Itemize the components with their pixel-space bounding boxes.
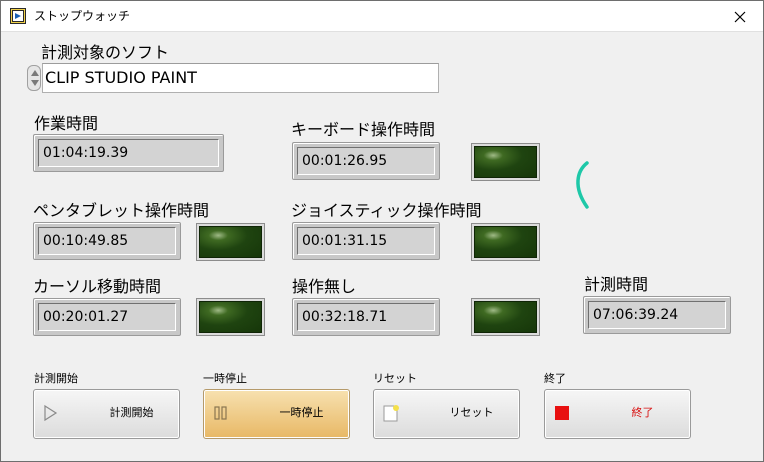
reset-button-label: リセット [449, 406, 494, 419]
joystick-time-display: 00:01:31.15 [292, 222, 440, 260]
pen-tablet-led-indicator [196, 223, 265, 261]
quit-button[interactable]: 終了 [544, 389, 691, 439]
start-button-label: 計測開始 [109, 406, 154, 419]
start-button[interactable]: 計測開始 [33, 389, 180, 439]
quit-button-caption: 終了 [544, 372, 566, 385]
close-icon [734, 11, 746, 22]
pen-tablet-time-display: 00:10:49.85 [33, 222, 181, 260]
reset-button-caption: リセット [373, 372, 417, 385]
no-operation-time-display: 00:32:18.71 [292, 298, 440, 336]
work-time-label: 作業時間 [34, 114, 99, 133]
close-button[interactable] [717, 1, 763, 32]
target-software-selector[interactable]: CLIP STUDIO PAINT [27, 63, 439, 93]
joystick-time-value: 00:01:31.15 [297, 227, 435, 255]
joystick-led-indicator [471, 223, 540, 261]
pen-tablet-time-label: ペンタブレット操作時間 [33, 201, 210, 220]
cursor-time-value: 00:20:01.27 [38, 303, 176, 331]
keyboard-time-label: キーボード操作時間 [291, 120, 436, 139]
measure-time-value: 07:06:39.24 [588, 301, 726, 329]
joystick-time-label: ジョイスティック操作時間 [291, 201, 482, 220]
keyboard-time-value: 00:01:26.95 [297, 147, 435, 175]
work-time-display: 01:04:19.39 [33, 134, 224, 172]
measure-time-display: 07:06:39.24 [583, 296, 731, 334]
pause-button-label: 一時停止 [279, 406, 324, 419]
increment-arrow-icon[interactable] [31, 70, 39, 76]
pause-button-caption: 一時停止 [203, 372, 247, 385]
no-operation-time-value: 00:32:18.71 [297, 303, 435, 331]
window-title: ストップウォッチ [34, 9, 131, 23]
stopwatch-window: ストップウォッチ 計測対象のソフト CLIP STUDIO PAINT 作業時間… [0, 0, 764, 462]
no-operation-led-indicator [471, 298, 540, 336]
app-icon [10, 8, 26, 24]
title-bar: ストップウォッチ [1, 1, 763, 32]
no-operation-time-label: 操作無し [292, 277, 357, 296]
loading-spinner-icon [576, 161, 589, 209]
cursor-time-display: 00:20:01.27 [33, 298, 181, 336]
reset-button[interactable]: リセット [373, 389, 520, 439]
target-software-field[interactable]: CLIP STUDIO PAINT [42, 63, 439, 93]
work-time-value: 01:04:19.39 [38, 139, 219, 167]
decrement-arrow-icon[interactable] [31, 80, 39, 86]
start-button-caption: 計測開始 [34, 372, 78, 385]
pen-tablet-time-value: 00:10:49.85 [38, 227, 176, 255]
pause-button[interactable]: 一時停止 [203, 389, 350, 439]
ring-spinner[interactable] [27, 65, 41, 91]
cursor-time-label: カーソル移動時間 [33, 277, 162, 296]
keyboard-led-indicator [471, 143, 540, 181]
quit-button-label: 終了 [631, 406, 654, 419]
cursor-led-indicator [196, 298, 265, 336]
keyboard-time-display: 00:01:26.95 [292, 142, 440, 180]
measure-time-label: 計測時間 [584, 275, 649, 294]
target-software-label: 計測対象のソフト [41, 43, 170, 62]
